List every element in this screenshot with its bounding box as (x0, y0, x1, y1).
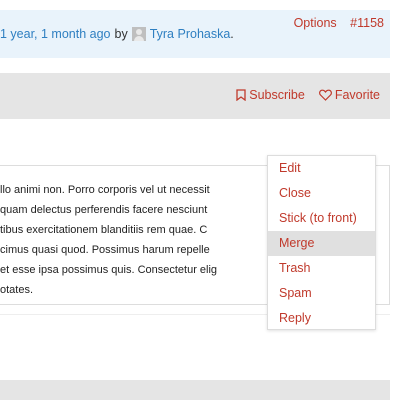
content-line: et esse ipsa possimus quis. Consectetur … (0, 264, 218, 276)
content-line: quam delectus perferendis facere nesciun… (0, 204, 208, 216)
menu-item-close[interactable]: Close (268, 181, 375, 206)
content-line: cimus quasi quod. Possimus harum repelle (0, 244, 210, 256)
last-activity-link[interactable]: 1 year, 1 month ago (0, 27, 111, 41)
menu-item-stick[interactable]: Stick (to front) (268, 206, 375, 231)
options-row: Options #1158 (284, 16, 384, 30)
author-link[interactable]: Tyra Prohaska (150, 27, 231, 41)
bookmark-icon (236, 89, 246, 101)
topic-header-bar: Subscribe Favorite (0, 73, 390, 119)
menu-item-spam[interactable]: Spam (268, 281, 375, 306)
subscribe-button[interactable]: Subscribe (236, 88, 305, 102)
post-content: llo animi non. Porro corporis vel ut nec… (0, 180, 295, 300)
subscribe-label: Subscribe (249, 88, 305, 102)
content-line: llo animi non. Porro corporis vel ut nec… (0, 184, 210, 196)
options-dropdown-menu: Edit Close Stick (to front) Merge Trash … (267, 155, 376, 330)
by-label: by (114, 27, 128, 41)
content-line: tibus exercitationem blanditiis rem quae… (0, 224, 208, 236)
menu-item-edit[interactable]: Edit (268, 156, 375, 181)
favorite-label: Favorite (334, 88, 380, 102)
topic-id-link[interactable]: #1158 (350, 16, 384, 30)
content-line: otates. (0, 284, 34, 296)
options-toggle[interactable]: Options (294, 16, 337, 30)
notice-period: . (230, 27, 234, 41)
next-section-header (0, 380, 390, 400)
favorite-button[interactable]: Favorite (318, 88, 380, 102)
avatar-icon (131, 27, 146, 41)
menu-item-merge[interactable]: Merge (268, 231, 375, 256)
heart-icon (318, 89, 332, 101)
menu-item-reply[interactable]: Reply (268, 306, 375, 331)
topic-actions: Subscribe Favorite (236, 88, 380, 102)
menu-item-trash[interactable]: Trash (268, 256, 375, 281)
